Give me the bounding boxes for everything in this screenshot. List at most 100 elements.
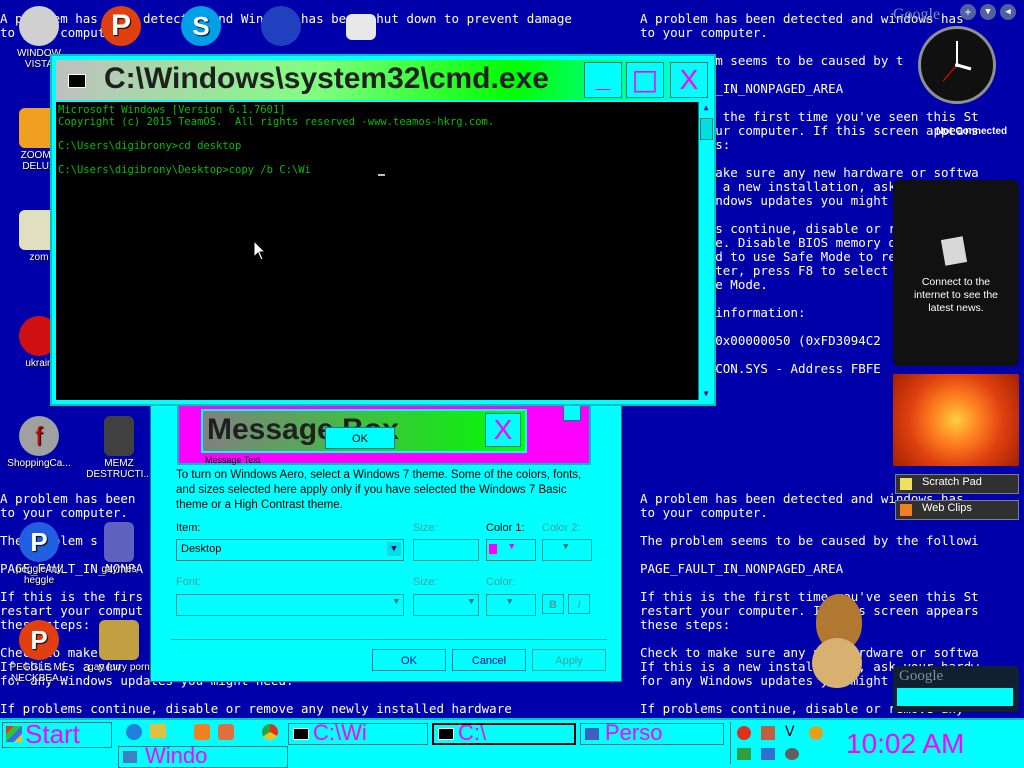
desktop-icon-label: gay furry porn xyxy=(88,662,150,673)
scratch-pad-button[interactable]: Scratch Pad xyxy=(895,474,1019,494)
hamster-image xyxy=(806,594,866,694)
close-button[interactable]: X xyxy=(670,62,708,98)
taskbar-clock[interactable]: 10:02 AM xyxy=(846,728,964,760)
taskbar-item-cmd-1[interactable]: C:\Wi xyxy=(288,723,428,745)
quicklaunch-media[interactable] xyxy=(194,724,210,740)
font-color-picker[interactable]: ▼ xyxy=(486,594,536,616)
scratch-pad-label: Scratch Pad xyxy=(922,476,982,488)
desktop-icon-shoppingcart[interactable]: f ShoppingCa... xyxy=(4,416,74,469)
google-search-gadget-top[interactable]: Google xyxy=(893,4,963,23)
console-line-6: C:\Users\digibrony\Desktop>copy /b C:\Wi xyxy=(58,164,311,176)
google-search-gadget-bottom[interactable]: Google xyxy=(893,666,1019,712)
desktop-icon-box[interactable]: gay furry porn xyxy=(84,620,154,673)
cmd-icon xyxy=(293,728,309,740)
color1-label: Color 1: xyxy=(486,522,525,534)
size-stepper[interactable] xyxy=(413,539,479,561)
ok-button[interactable]: OK xyxy=(372,649,446,671)
media-player-icon xyxy=(194,724,210,740)
quicklaunch-chrome[interactable] xyxy=(262,724,278,740)
desktop-icon-label: ShoppingCa... xyxy=(7,458,71,469)
tray-key-icon[interactable] xyxy=(809,726,823,740)
desktop-icon-label: peggle my heggle xyxy=(15,564,63,586)
taskbar-item-label: C:\Wi xyxy=(313,723,367,745)
cmd-titlebar[interactable]: C:\Windows\system32\cmd.exe _ □ X xyxy=(56,60,710,100)
message-box-ok-button[interactable]: OK xyxy=(325,427,395,449)
start-label: Start xyxy=(25,719,80,749)
scroll-up-arrow-icon: ▲ xyxy=(703,103,709,112)
italic-button[interactable]: I xyxy=(568,594,590,614)
google-logo: Google xyxy=(899,668,944,684)
desktop-icon-peggle-heggle[interactable]: P peggle my heggle xyxy=(4,522,74,586)
taskbar: Start C:\Wi C:\ Perso Windo V 10:02 AM xyxy=(0,718,1024,768)
mouse-pointer-icon xyxy=(253,240,267,261)
desktop-icon-gaymes[interactable]: gaymes xyxy=(84,522,154,575)
maximize-icon: □ xyxy=(631,63,659,96)
tray-app-icon[interactable] xyxy=(761,726,775,740)
gadget-add-button[interactable]: + xyxy=(960,4,976,20)
scroll-thumb[interactable] xyxy=(700,118,713,140)
tray-network-icon[interactable] xyxy=(761,748,775,760)
desktop-icon-skype[interactable]: S xyxy=(166,6,236,48)
desktop-icon-browser[interactable] xyxy=(246,6,316,48)
system-tray: V xyxy=(730,722,831,764)
quicklaunch-ie[interactable] xyxy=(126,724,142,740)
size-label: Size: xyxy=(413,522,438,534)
font-size-select[interactable]: ▼ xyxy=(413,594,479,616)
taskbar-item-window[interactable]: Windo xyxy=(118,746,288,768)
start-button[interactable]: Start xyxy=(2,719,112,749)
desktop-icon-memz[interactable]: MEMZ DESTRUCTI... xyxy=(84,416,154,480)
cmd-scrollbar[interactable]: ▲ ▼ xyxy=(698,102,713,400)
quicklaunch-folder[interactable] xyxy=(150,724,166,740)
minimize-button[interactable]: _ xyxy=(584,62,622,98)
slideshow-gadget[interactable] xyxy=(893,374,1019,466)
desktop-icon-label: PEGGLE ME NECKBEA... xyxy=(9,662,69,684)
hamster-box-icon xyxy=(99,620,139,660)
message-box-close-button[interactable]: X xyxy=(485,413,521,447)
desktop-icon-label: MEMZ DESTRUCTI... xyxy=(86,458,152,480)
quicklaunch-app[interactable] xyxy=(218,724,234,740)
appearance-dialog: Message Box X OK Message Text To turn on… xyxy=(150,380,622,682)
desktop-icon-folder[interactable] xyxy=(326,14,396,42)
newspaper-icon xyxy=(940,236,968,266)
gadget-options-button[interactable]: ▼ xyxy=(980,4,996,20)
web-clips-button[interactable]: Web Clips xyxy=(895,500,1019,520)
desktop-icon-peggle-neckbeard[interactable]: P PEGGLE ME NECKBEA... xyxy=(4,620,74,684)
skype-icon: S xyxy=(181,6,221,46)
font-select[interactable]: ▼ xyxy=(176,594,404,616)
chevron-down-icon: ▼ xyxy=(507,597,513,607)
taskbar-item-label: Windo xyxy=(145,746,208,768)
taskbar-item-personalize[interactable]: Perso xyxy=(580,723,724,745)
taskbar-item-cmd-2[interactable]: C:\ xyxy=(432,723,576,745)
maximize-button[interactable]: □ xyxy=(626,62,664,98)
apply-button[interactable]: Apply xyxy=(532,649,606,671)
clock-file-icon xyxy=(104,416,134,456)
color-swatch xyxy=(489,544,497,554)
tray-check-icon[interactable]: V xyxy=(785,724,795,740)
gadget-prev-button[interactable]: ◀ xyxy=(1000,4,1016,20)
windows-logo-icon xyxy=(6,726,22,742)
dialog-divider xyxy=(171,639,607,640)
window-icon xyxy=(123,751,137,763)
chevron-down-icon: ▼ xyxy=(393,597,399,607)
color2-picker[interactable]: ▼ xyxy=(542,539,592,561)
item-select[interactable]: Desktop ▼ xyxy=(176,539,404,561)
console-line-4: C:\Users\digibrony>cd desktop xyxy=(58,140,242,152)
tray-flag-icon[interactable] xyxy=(737,748,751,760)
google-search-input[interactable] xyxy=(897,688,1013,706)
item-select-value: Desktop xyxy=(181,543,222,555)
peggle-icon: P xyxy=(101,6,141,46)
cmd-console[interactable]: Microsoft Windows [Version 6.1.7601] Cop… xyxy=(56,102,698,400)
document-icon xyxy=(104,522,134,562)
text-cursor xyxy=(378,174,385,176)
tray-app-icon[interactable] xyxy=(737,726,751,740)
cmd-window: C:\Windows\system32\cmd.exe _ □ X Micros… xyxy=(50,54,716,406)
news-gadget[interactable]: Connect to the internet to see the lates… xyxy=(893,180,1019,366)
taskbar-item-label: Perso xyxy=(605,723,663,745)
desktop-icon-peggle-top[interactable]: P xyxy=(86,6,156,48)
cancel-button[interactable]: Cancel xyxy=(452,649,526,671)
web-clips-label: Web Clips xyxy=(922,502,972,514)
tray-volume-icon[interactable] xyxy=(785,748,799,760)
bold-button[interactable]: B xyxy=(542,594,564,614)
color1-picker[interactable]: ▼ xyxy=(486,539,536,561)
item-label: Item: xyxy=(176,522,201,534)
